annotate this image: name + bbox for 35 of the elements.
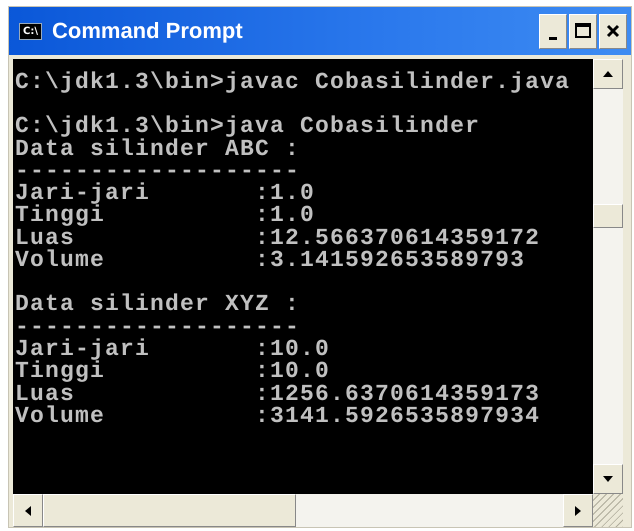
maximize-button[interactable] [569, 14, 597, 48]
right-arrow-icon [574, 504, 582, 516]
scroll-right-button[interactable] [563, 494, 593, 527]
close-button[interactable] [599, 14, 627, 48]
console-line: C:\jdk1.3\bin>javac Cobasilinder.java [15, 71, 572, 94]
maximize-icon [574, 22, 592, 40]
console-line: Luas :1256.6370614359173 [15, 382, 542, 405]
minimize-button[interactable] [539, 14, 567, 48]
console-line: C:\jdk1.3\bin>java Cobasilinder [15, 115, 482, 138]
minimize-icon [549, 36, 557, 40]
resize-grip[interactable] [593, 494, 623, 527]
left-arrow-icon [24, 504, 32, 516]
scroll-down-button[interactable] [593, 464, 623, 494]
console-line: ------------------- [15, 316, 300, 338]
window-title: Command Prompt [52, 18, 244, 44]
console-line: Data silinder XYZ : [15, 293, 302, 316]
console-line: Jari-jari :1.0 [15, 182, 316, 204]
console-line: ------------------- [15, 160, 300, 182]
console-line: Volume :3.141592653589793 [15, 249, 526, 272]
vertical-scrollbar[interactable] [593, 59, 623, 494]
console-line: Luas :12.566370614359172 [15, 226, 542, 250]
close-icon [605, 23, 621, 39]
console-line: Jari-jari :10.0 [15, 338, 332, 360]
scroll-up-button[interactable] [593, 59, 623, 89]
console-line: Tinggi :10.0 [15, 360, 332, 383]
scrollbar-thumb[interactable] [43, 494, 296, 527]
scroll-left-button[interactable] [13, 494, 43, 527]
console-line: Data silinder ABC : [15, 138, 302, 160]
horizontal-scrollbar[interactable] [13, 494, 593, 527]
down-arrow-icon [602, 475, 614, 483]
scrollbar-thumb[interactable] [593, 204, 623, 228]
console-line: Tinggi :1.0 [15, 204, 316, 227]
up-arrow-icon [602, 70, 614, 78]
console-line: Volume :3141.5926535897934 [15, 404, 542, 428]
console-icon: C:\ [19, 22, 42, 40]
